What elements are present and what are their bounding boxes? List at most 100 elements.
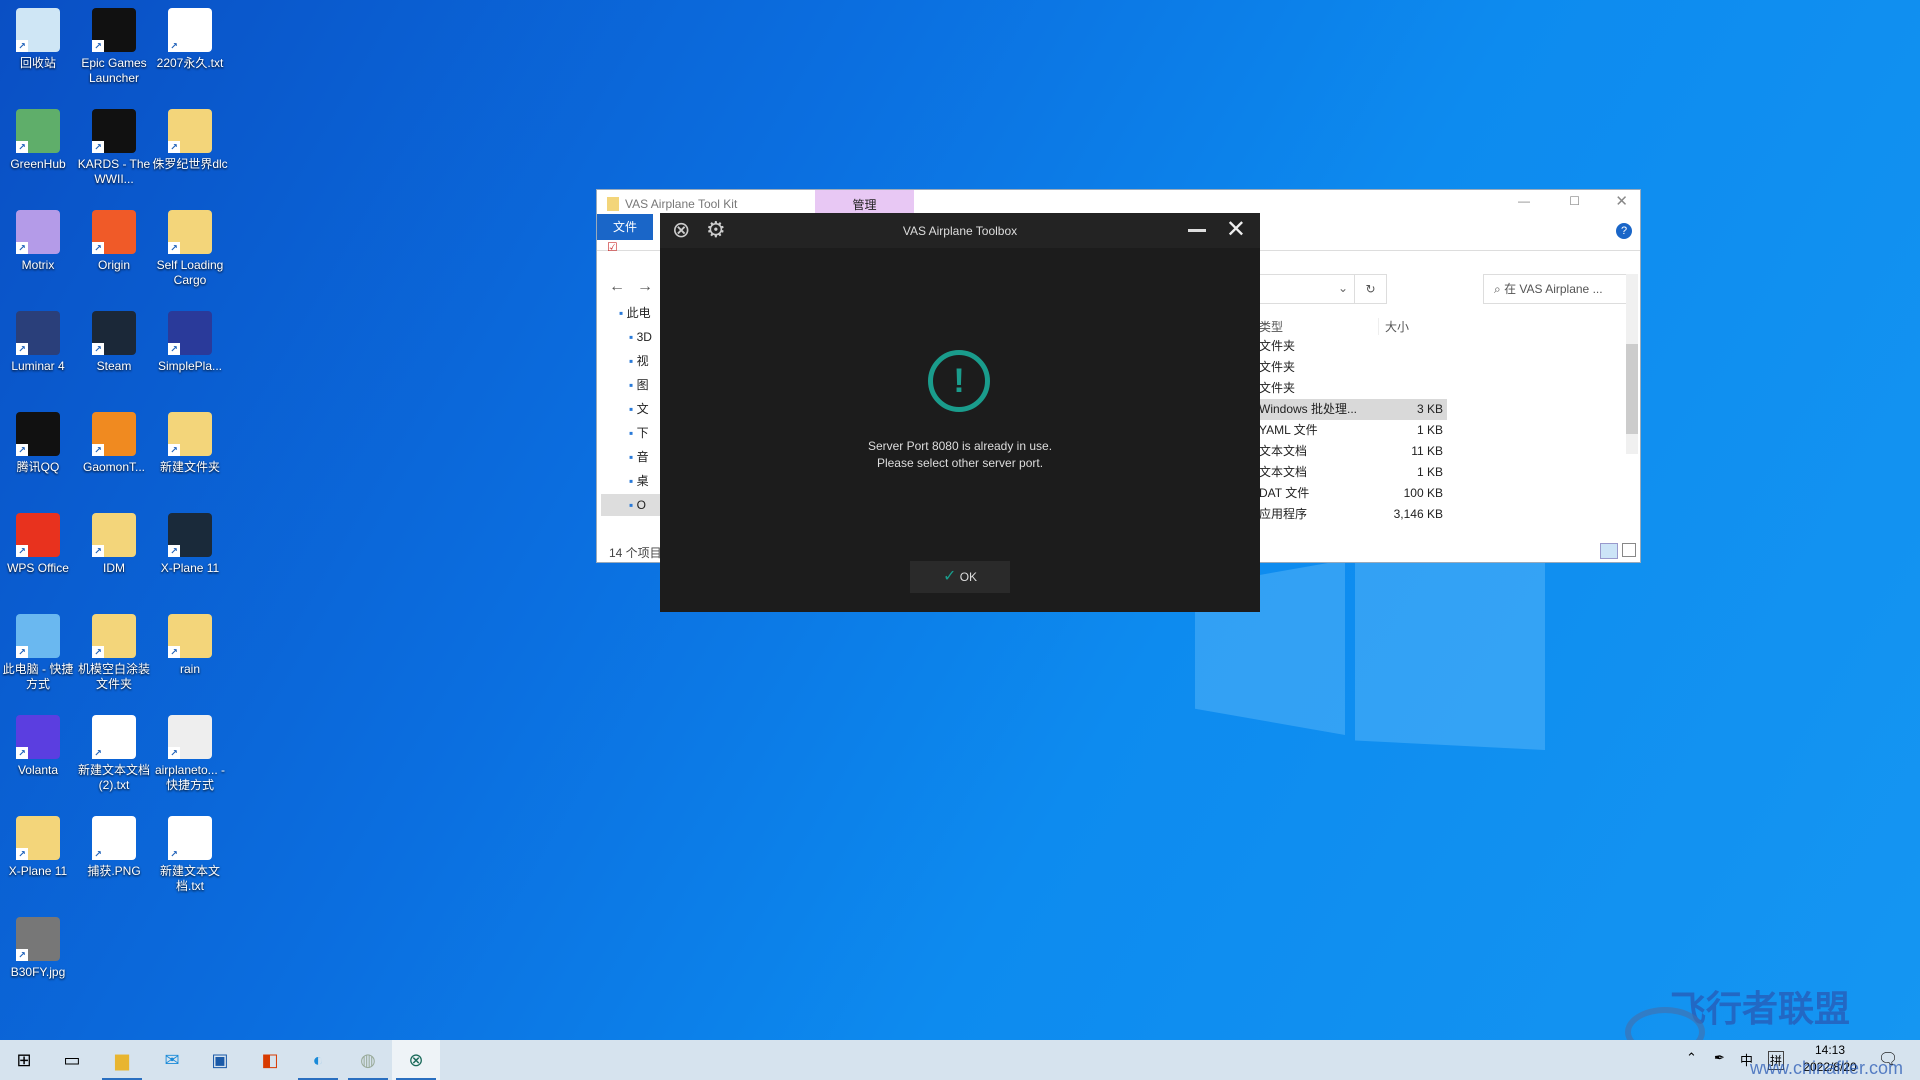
refresh-icon[interactable]: ↻ [1354,275,1386,303]
desktop-icon-label: Self Loading Cargo [156,258,224,287]
desktop-icon[interactable]: ↗ IDM [76,511,152,576]
task-view-button[interactable]: ▭ [48,1040,96,1080]
desktop-icon[interactable]: ↗ 机模空白涂装文件夹 [76,612,152,692]
shortcut-arrow-icon: ↗ [16,848,28,860]
chevron-down-icon[interactable]: ⌄ [1338,281,1348,295]
file-row[interactable]: YAML 文件 1 KB [1259,420,1447,441]
taskbar-mail[interactable]: ✉ [148,1040,196,1080]
nav-item-icon: ▪ [629,474,634,488]
desktop-icon[interactable]: ↗ SimplePla... [152,309,228,374]
desktop-icon[interactable]: ↗ 新建文本文档.txt [152,814,228,894]
column-header-size[interactable]: 大小 [1378,318,1409,335]
help-icon[interactable]: ? [1616,223,1632,239]
taskbar-vas-toolbox[interactable]: ⊗ [392,1040,440,1080]
taskbar-greenhub[interactable]: ◍ [344,1040,392,1080]
desktop-icon-label: 侏罗纪世界dlc [152,157,228,171]
pen-icon[interactable]: ✒ [1714,1050,1725,1066]
desktop-icon-label: Origin [97,258,130,272]
column-header-type[interactable]: 类型 [1259,318,1283,335]
desktop-icon[interactable]: ↗ Steam [76,309,152,374]
desktop-icon[interactable]: ↗ 回收站 [0,6,76,71]
desktop-icon[interactable]: ↗ 腾讯QQ [0,410,76,475]
details-view-icon[interactable] [1600,543,1618,559]
taskbar-file-explorer[interactable]: ▆ [98,1040,146,1080]
wps-icon: ↗ [16,513,60,557]
desktop-icon[interactable]: ↗ 2207永久.txt [152,6,228,71]
shortcut-arrow-icon: ↗ [92,40,104,52]
file-row[interactable]: 应用程序 3,146 KB [1259,504,1447,525]
shortcut-arrow-icon: ↗ [92,848,104,860]
folder-icon: ▆ [115,1049,129,1070]
forward-icon[interactable]: → [637,278,653,296]
tiles-view-icon[interactable] [1622,543,1636,557]
file-row[interactable]: 文本文档 11 KB [1259,441,1447,462]
notification-icon[interactable]: 🗨 [1878,1049,1898,1069]
volanta-icon: ↗ [16,715,60,759]
close-button[interactable]: ✕ [1226,215,1246,244]
shortcut-arrow-icon: ↗ [16,949,28,961]
file-row[interactable]: DAT 文件 100 KB [1259,483,1447,504]
show-hidden-icons[interactable]: ⌃ [1686,1050,1697,1066]
desktop-icon[interactable]: ↗ X-Plane 11 [0,814,76,879]
desktop-icon[interactable]: ↗ rain [152,612,228,677]
taskbar-edge[interactable]: ◐ [294,1040,342,1080]
image-icon: ↗ [92,816,136,860]
file-row[interactable]: 文件夹 [1259,378,1447,399]
desktop-icon[interactable]: ↗ Self Loading Cargo [152,208,228,288]
maximize-button[interactable]: ☐ [1569,194,1580,208]
desktop-icon[interactable]: ↗ Motrix [0,208,76,273]
edge-icon: ◐ [312,1049,324,1070]
desktop-icon[interactable]: ↗ KARDS - The WWII... [76,107,152,187]
nav-item-label: 音 [636,450,649,464]
desktop-icon[interactable]: ↗ GaomonT... [76,410,152,475]
taskbar-office[interactable]: ◧ [246,1040,294,1080]
desktop-icon-label: WPS Office [7,561,69,575]
desktop-icon[interactable]: ↗ WPS Office [0,511,76,576]
file-row[interactable]: Windows 批处理... 3 KB [1259,399,1447,420]
desktop-icon[interactable]: ↗ 新建文件夹 [152,410,228,475]
luminar-icon: ↗ [16,311,60,355]
shortcut-arrow-icon: ↗ [168,747,180,759]
nav-pane-item[interactable]: ▪ O [601,494,661,516]
tab-file[interactable]: 文件 [597,214,653,240]
desktop-icon[interactable]: ↗ GreenHub [0,107,76,172]
desktop-icon[interactable]: ↗ 侏罗纪世界dlc [152,107,228,172]
desktop-icon[interactable]: ↗ B30FY.jpg [0,915,76,980]
close-button[interactable]: ✕ [1615,192,1628,210]
file-row[interactable]: 文件夹 [1259,336,1447,357]
checkbox-icon[interactable]: ☑ [607,240,618,254]
back-icon[interactable]: ← [609,278,625,296]
file-row[interactable]: 文件夹 [1259,357,1447,378]
ok-button[interactable]: ✓ OK [910,561,1010,593]
desktop-icon[interactable]: ↗ airplaneto... - 快捷方式 [152,713,228,793]
file-type: 应用程序 [1259,507,1308,521]
globe-icon: ◍ [360,1049,376,1070]
shortcut-arrow-icon: ↗ [92,242,104,254]
scrollbar[interactable] [1626,274,1638,454]
warning-icon: ! [928,350,990,412]
desktop-icon[interactable]: ↗ Epic Games Launcher [76,6,152,86]
desktop-icon[interactable]: ↗ Volanta [0,713,76,778]
desktop-icon[interactable]: ↗ X-Plane 11 [152,511,228,576]
nav-pane-item[interactable]: ▪ 此电 [619,302,659,324]
desktop-icon[interactable]: ↗ 新建文本文档 (2).txt [76,713,152,793]
taskbar-store[interactable]: ▣ [196,1040,244,1080]
file-type: 文本文档 [1259,465,1308,479]
search-input[interactable]: ⌕ 在 VAS Airplane ... [1483,274,1627,304]
shortcut-arrow-icon: ↗ [16,747,28,759]
tab-manage[interactable]: 管理 [815,190,914,214]
folder-icon: ↗ [168,412,212,456]
minimize-button[interactable] [1188,229,1206,232]
desktop-icon[interactable]: ↗ Luminar 4 [0,309,76,374]
file-row[interactable]: 文本文档 1 KB [1259,462,1447,483]
folder-icon: ↗ [168,210,212,254]
airplane-compass-icon: ⊗ [408,1049,424,1070]
desktop-icon[interactable]: ↗ 捕获.PNG [76,814,152,879]
nav-item-icon: ▪ [629,402,634,416]
recycle-bin-icon: ↗ [16,8,60,52]
start-button[interactable]: ⊞ [0,1040,48,1080]
desktop-icon[interactable]: ↗ Origin [76,208,152,273]
desktop-icon[interactable]: ↗ 此电脑 - 快捷方式 [0,612,76,692]
minimize-button[interactable]: — [1518,194,1530,208]
file-size: 3,146 KB [1393,507,1443,521]
